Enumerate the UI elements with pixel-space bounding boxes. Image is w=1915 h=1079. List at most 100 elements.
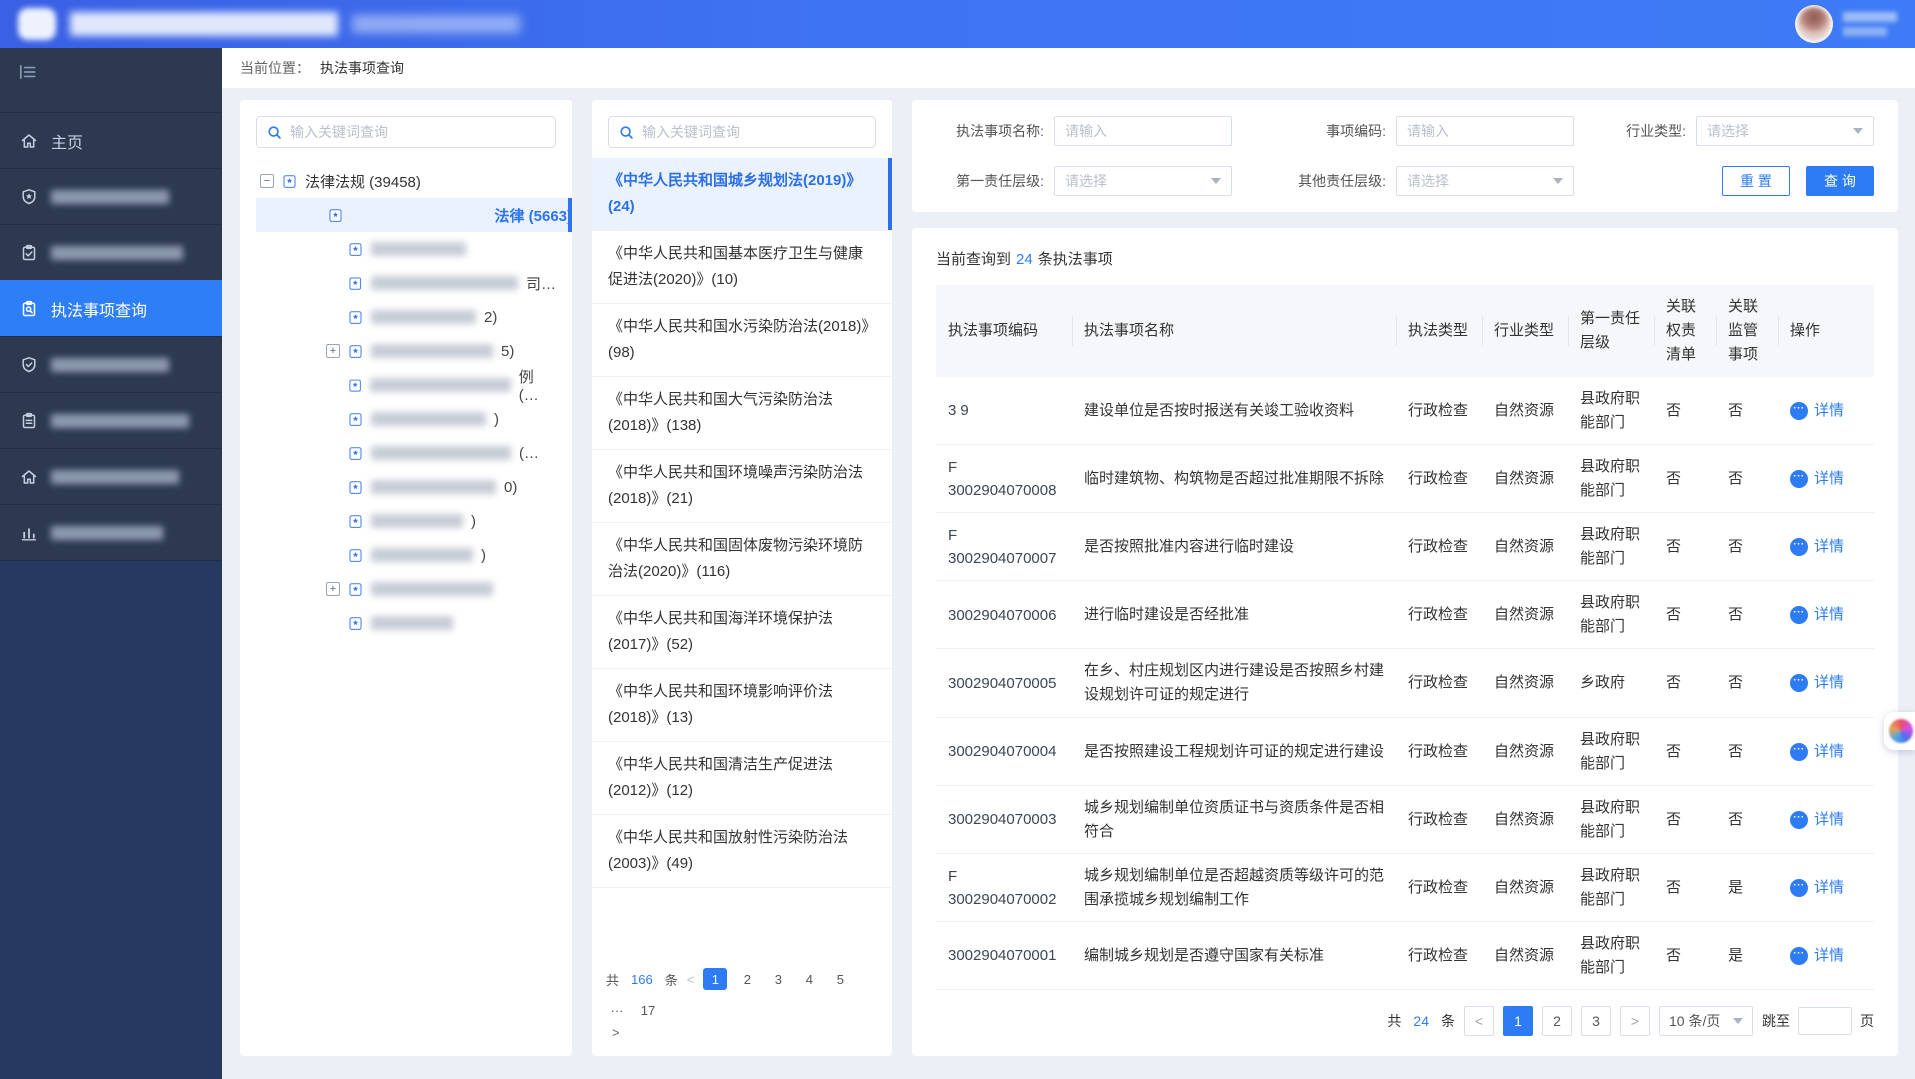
- redacted-app-subtitle: [352, 15, 520, 33]
- detail-link[interactable]: ···详情: [1790, 467, 1862, 491]
- page-number[interactable]: 5: [829, 968, 851, 990]
- chevron-down-icon: [1553, 178, 1563, 184]
- query-button[interactable]: 查 询: [1806, 166, 1874, 196]
- redacted-label: [371, 548, 473, 562]
- page-number[interactable]: 1: [703, 968, 727, 990]
- detail-link[interactable]: ···详情: [1790, 944, 1862, 968]
- supervision-flag: 否: [1716, 740, 1778, 764]
- bar-chart-icon: [20, 524, 38, 542]
- other-level-filter-label: 其他责任层级:: [1292, 171, 1396, 191]
- menu-fold-icon[interactable]: [18, 62, 38, 82]
- tree-node[interactable]: ): [256, 402, 556, 436]
- more-dots-icon: ···: [1790, 947, 1808, 965]
- page-number[interactable]: 3: [1581, 1006, 1611, 1036]
- law-list-item[interactable]: 《中华人民共和国放射性污染防治法(2003)》(49): [592, 815, 892, 888]
- page-number[interactable]: 4: [798, 968, 820, 990]
- name-filter-input[interactable]: [1065, 123, 1221, 139]
- redacted-label: [51, 358, 169, 372]
- tree-node[interactable]: 0): [256, 470, 556, 504]
- tree-node-selected[interactable]: 法律 (5663): [256, 198, 572, 232]
- law-list-item[interactable]: 《中华人民共和国环境影响评价法(2018)》(13): [592, 669, 892, 742]
- redacted-label: [371, 446, 511, 460]
- power-list-flag: 否: [1654, 740, 1716, 764]
- next-page-icon[interactable]: >: [612, 1025, 620, 1040]
- law-list-item[interactable]: 《中华人民共和国水污染防治法(2018)》(98): [592, 304, 892, 377]
- tree-node[interactable]: 2): [256, 300, 556, 334]
- filter-panel: 执法事项名称: 事项编码: 行业类型: 请选择 第一责任层级: 请选择 其他责任…: [912, 100, 1898, 212]
- prev-page-icon[interactable]: <: [1464, 1006, 1494, 1036]
- tree-search-input[interactable]: [290, 124, 545, 140]
- sidebar-item-redacted-3[interactable]: [0, 336, 222, 392]
- law-list-item[interactable]: 《中华人民共和国基本医疗卫生与健康促进法(2020)》(10): [592, 231, 892, 304]
- tree-node[interactable]: (…: [256, 436, 556, 470]
- collapse-node-icon[interactable]: −: [260, 174, 274, 188]
- detail-link[interactable]: ···详情: [1790, 740, 1862, 764]
- law-list-item[interactable]: 《中华人民共和国城乡规划法(2019)》(24): [592, 158, 892, 231]
- enforcement-type: 行政检查: [1396, 740, 1482, 764]
- user-menu[interactable]: [1795, 5, 1897, 43]
- column-header: 行业类型: [1482, 319, 1568, 343]
- law-badge-icon: [348, 446, 363, 461]
- page-number[interactable]: 17: [637, 999, 659, 1021]
- page-number[interactable]: 3: [767, 968, 789, 990]
- expand-node-icon[interactable]: +: [326, 344, 340, 358]
- tree-node[interactable]: [256, 232, 556, 266]
- supervision-flag: 否: [1716, 399, 1778, 423]
- detail-link[interactable]: ···详情: [1790, 671, 1862, 695]
- law-total-prefix: 共: [606, 970, 619, 989]
- detail-link[interactable]: ···详情: [1790, 603, 1862, 627]
- table-row: 3002904070001 编制城乡规划是否遵守国家有关标准 行政检查 自然资源…: [936, 922, 1874, 990]
- law-list-item[interactable]: 《中华人民共和国大气污染防治法(2018)》(138): [592, 377, 892, 450]
- detail-link[interactable]: ···详情: [1790, 876, 1862, 900]
- supervision-flag: 否: [1716, 603, 1778, 627]
- page-number[interactable]: 2: [736, 968, 758, 990]
- page-number[interactable]: 1: [1503, 1006, 1533, 1036]
- detail-link[interactable]: ···详情: [1790, 808, 1862, 832]
- sidebar-item-redacted-4[interactable]: [0, 392, 222, 448]
- jump-page-input[interactable]: [1798, 1007, 1852, 1035]
- sidebar-item-redacted-5[interactable]: [0, 448, 222, 504]
- more-dots-icon: ···: [1790, 402, 1808, 420]
- detail-link[interactable]: ···详情: [1790, 535, 1862, 559]
- next-page-icon[interactable]: >: [1620, 1006, 1650, 1036]
- tree-node[interactable]: ): [256, 504, 556, 538]
- sidebar-item-redacted-6[interactable]: [0, 504, 222, 560]
- detail-link[interactable]: ···详情: [1790, 399, 1862, 423]
- expand-node-icon[interactable]: +: [326, 582, 340, 596]
- industry-filter-select[interactable]: 请选择: [1696, 116, 1874, 146]
- page-number[interactable]: 2: [1542, 1006, 1572, 1036]
- floating-assistant-button[interactable]: [1884, 712, 1915, 750]
- law-list-item[interactable]: 《中华人民共和国环境噪声污染防治法(2018)》(21): [592, 450, 892, 523]
- column-header: 第一责任层级: [1568, 307, 1654, 355]
- tree-node-root[interactable]: − 法律法规 (39458): [256, 164, 556, 198]
- page-size-select[interactable]: 10 条/页: [1659, 1006, 1753, 1036]
- matter-code: 3002904070006: [948, 604, 1060, 627]
- tree-node[interactable]: +: [256, 572, 556, 606]
- page-ellipsis[interactable]: ···: [606, 999, 628, 1021]
- power-list-flag: 否: [1654, 535, 1716, 559]
- first-level-filter-select[interactable]: 请选择: [1054, 166, 1232, 196]
- prev-page-icon[interactable]: <: [687, 972, 695, 987]
- sidebar-item-redacted-2[interactable]: [0, 224, 222, 280]
- sidebar-item-redacted-1[interactable]: [0, 168, 222, 224]
- other-level-filter-select[interactable]: 请选择: [1396, 166, 1574, 196]
- sidebar-item-home[interactable]: 主页: [0, 112, 222, 168]
- law-list-item[interactable]: 《中华人民共和国固体废物污染环境防治法(2020)》(116): [592, 523, 892, 596]
- law-list-item[interactable]: 《中华人民共和国清洁生产促进法(2012)》(12): [592, 742, 892, 815]
- law-total-suffix: 条: [665, 970, 678, 989]
- table-row: F3002904070007 是否按照批准内容进行临时建设 行政检查 自然资源 …: [936, 513, 1874, 581]
- redacted-label: [51, 470, 179, 484]
- tree-node[interactable]: ): [256, 538, 556, 572]
- reset-button[interactable]: 重 置: [1722, 166, 1790, 196]
- sidebar-item-enforcement-query[interactable]: 执法事项查询: [0, 280, 222, 336]
- avatar[interactable]: [1795, 5, 1833, 43]
- tree-node[interactable]: 例 (…: [256, 368, 556, 402]
- tree-node[interactable]: [256, 606, 556, 640]
- more-dots-icon: ···: [1790, 538, 1808, 556]
- tree-node[interactable]: +5): [256, 334, 556, 368]
- law-list-item[interactable]: 《中华人民共和国海洋环境保护法(2017)》(52): [592, 596, 892, 669]
- tree-node[interactable]: 司…: [256, 266, 556, 300]
- code-filter-input[interactable]: [1407, 123, 1563, 139]
- law-search-input[interactable]: [642, 124, 865, 140]
- matter-code: 3002904070003: [948, 808, 1060, 831]
